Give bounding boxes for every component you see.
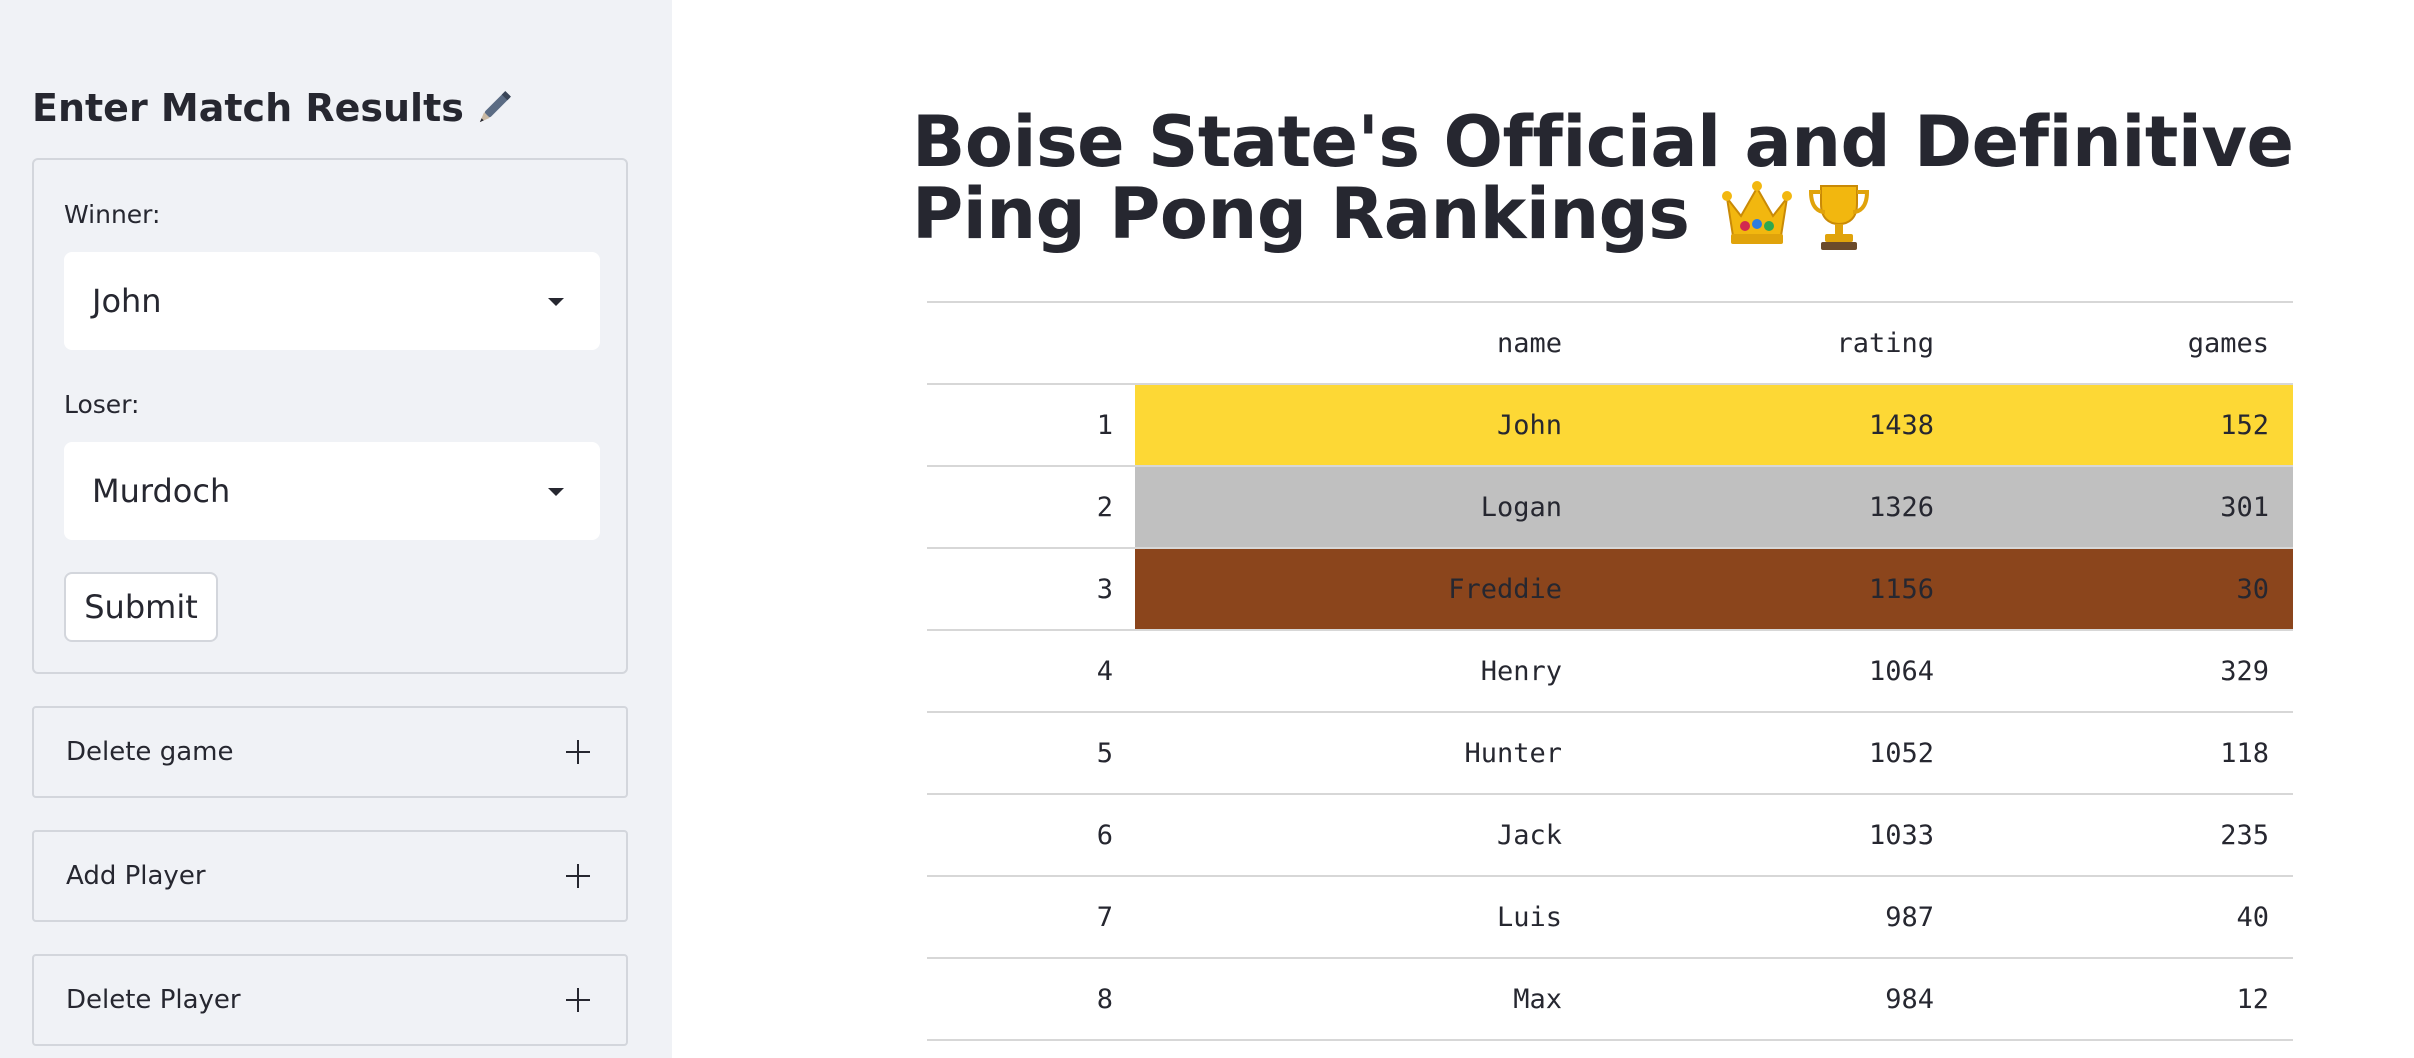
- row-games: 329: [1956, 629, 2293, 712]
- table-row: 1 John 1438 152: [927, 383, 2293, 466]
- row-index: 2: [927, 465, 1135, 548]
- row-rating: 984: [1584, 957, 1956, 1041]
- row-games: 12: [1956, 957, 2293, 1041]
- row-index: 3: [927, 547, 1135, 630]
- row-index: 6: [927, 793, 1135, 876]
- row-index: 4: [927, 629, 1135, 712]
- expander-label: Add Player: [66, 861, 206, 891]
- expander-label: Delete Player: [66, 985, 241, 1015]
- chevron-down-icon: [548, 488, 564, 496]
- sidebar-heading: Enter Match Results: [32, 86, 516, 130]
- row-rating: 1064: [1584, 629, 1956, 712]
- page-title: Boise State's Official and Definitive Pi…: [912, 106, 2312, 252]
- row-name: Max: [1135, 957, 1584, 1041]
- row-index: 8: [927, 957, 1135, 1041]
- add-player-expander[interactable]: Add Player: [32, 830, 628, 922]
- row-name: Luis: [1135, 875, 1584, 958]
- table-row: 6 Jack 1033 235: [927, 793, 2293, 876]
- row-name: Henry: [1135, 629, 1584, 712]
- delete-game-expander[interactable]: Delete game: [32, 706, 628, 798]
- pencil-icon: [479, 91, 511, 123]
- row-index: 7: [927, 875, 1135, 958]
- index-header: [927, 301, 1135, 384]
- loser-select[interactable]: Murdoch: [64, 442, 600, 540]
- winner-select-value: John: [92, 282, 162, 320]
- trophy-icon: [1809, 185, 1870, 250]
- table-row: 2 Logan 1326 301: [927, 465, 2293, 548]
- loser-select-value: Murdoch: [92, 472, 231, 510]
- title-icons: [1721, 180, 1871, 252]
- delete-player-expander[interactable]: Delete Player: [32, 954, 628, 1046]
- rating-header: rating: [1584, 301, 1956, 384]
- row-games: 40: [1956, 875, 2293, 958]
- name-header: name: [1135, 301, 1584, 384]
- table-row: 4 Henry 1064 329: [927, 629, 2293, 712]
- row-rating: 1156: [1584, 547, 1956, 630]
- row-name: Logan: [1135, 465, 1584, 548]
- sidebar-heading-text: Enter Match Results: [32, 86, 464, 130]
- plus-icon: [566, 864, 590, 888]
- table-row: 8 Max 984 12: [927, 957, 2293, 1041]
- row-games: 152: [1956, 383, 2293, 466]
- row-games: 118: [1956, 711, 2293, 794]
- table-row: 7 Luis 987 40: [927, 875, 2293, 958]
- rankings-table: name rating games 1 John 1438 152 2 Logan 1326…: [927, 301, 2293, 1041]
- sidebar: Enter Match Results Winner: John Loser: …: [0, 0, 672, 1058]
- rankings-body: 1 John 1438 152 2 Logan 1326 301 3 Freddie 1156 30 4…: [927, 383, 2293, 1041]
- row-rating: 1033: [1584, 793, 1956, 876]
- row-name: Freddie: [1135, 547, 1584, 630]
- match-form: Winner: John Loser: Murdoch Submit: [32, 158, 628, 674]
- plus-icon: [566, 988, 590, 1012]
- row-name: Hunter: [1135, 711, 1584, 794]
- row-name: John: [1135, 383, 1584, 466]
- row-index: 1: [927, 383, 1135, 466]
- row-index: 5: [927, 711, 1135, 794]
- row-rating: 1052: [1584, 711, 1956, 794]
- row-games: 235: [1956, 793, 2293, 876]
- chevron-down-icon: [548, 298, 564, 306]
- loser-label: Loser:: [64, 390, 140, 419]
- crown-icon: [1722, 181, 1793, 244]
- row-rating: 987: [1584, 875, 1956, 958]
- table-row: 3 Freddie 1156 30: [927, 547, 2293, 630]
- winner-select[interactable]: John: [64, 252, 600, 350]
- expander-label: Delete game: [66, 737, 234, 767]
- games-header: games: [1956, 301, 2293, 384]
- row-rating: 1326: [1584, 465, 1956, 548]
- row-name: Jack: [1135, 793, 1584, 876]
- row-games: 30: [1956, 547, 2293, 630]
- table-row: 5 Hunter 1052 118: [927, 711, 2293, 794]
- row-rating: 1438: [1584, 383, 1956, 466]
- submit-button[interactable]: Submit: [64, 572, 218, 642]
- page-title-text: Boise State's Official and Definitive Pi…: [912, 101, 2294, 255]
- table-header-row: name rating games: [927, 301, 2293, 384]
- winner-label: Winner:: [64, 200, 161, 229]
- plus-icon: [566, 740, 590, 764]
- row-games: 301: [1956, 465, 2293, 548]
